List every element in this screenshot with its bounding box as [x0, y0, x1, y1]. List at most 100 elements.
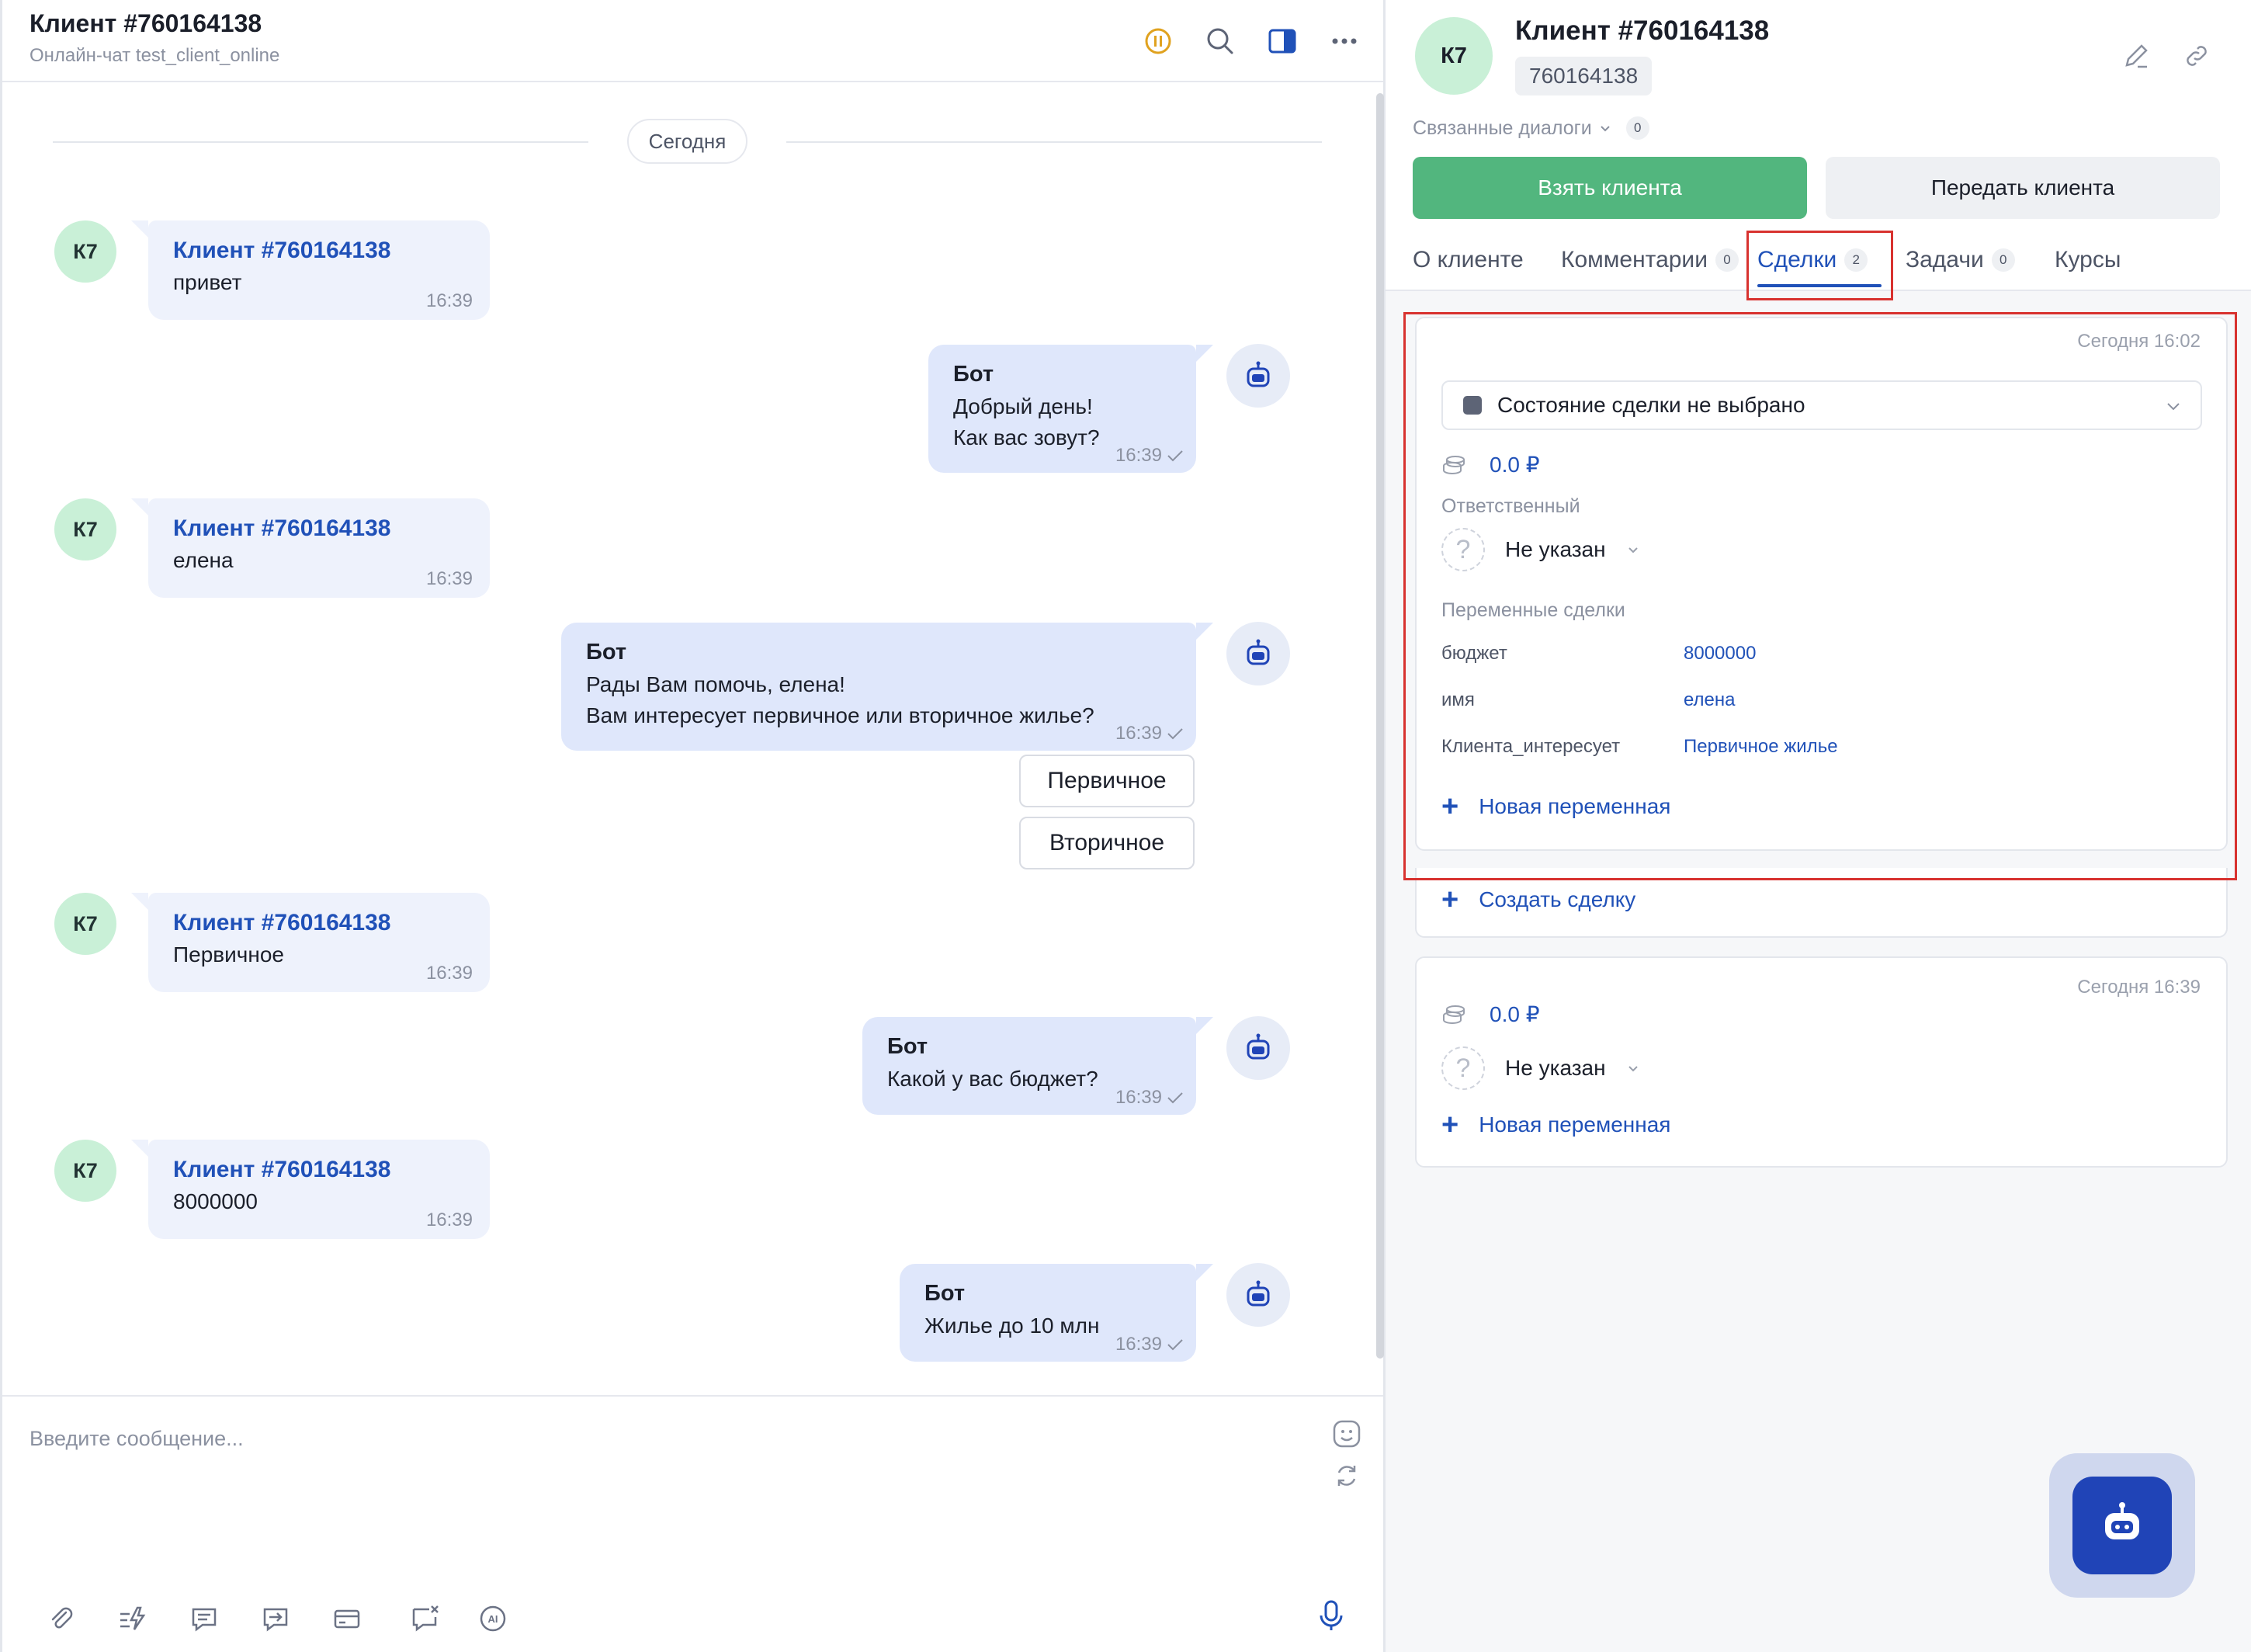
responsible-select[interactable]: ? Не указан: [1441, 1046, 1640, 1090]
payment-card-icon[interactable]: [325, 1597, 369, 1640]
bot-assistant-button[interactable]: [2049, 1453, 2195, 1598]
client-avatar: К7: [54, 1140, 116, 1202]
bot-message: Бот Какой у вас бюджет? 16:39: [862, 1017, 1213, 1115]
app-root: Клиент #760164138 Онлайн-чат test_client…: [0, 0, 2251, 1652]
create-deal-label: Создать сделку: [1479, 887, 1636, 911]
deal-highlight-frame: [1403, 312, 2237, 880]
bot-message: Бот Добрый день! Как вас зовут? 16:39: [928, 345, 1213, 473]
message-text: Вам интересует первичное или вторичное ж…: [586, 703, 1094, 727]
message-sender: Бот: [887, 1034, 928, 1059]
message-sender: Клиент #760164138: [173, 910, 391, 935]
deal-amount-value: 0.0 ₽: [1490, 1002, 1540, 1026]
bot-avatar: [1226, 344, 1290, 408]
message-time: 16:39: [425, 963, 473, 984]
message-time: 16:39: [425, 1210, 473, 1230]
search-icon[interactable]: [1199, 20, 1241, 62]
message-time-text: 16:39: [1115, 1087, 1162, 1108]
create-deal-button[interactable]: + Создать сделку: [1441, 885, 1635, 914]
message-text: Как вас зовут?: [953, 425, 1100, 449]
more-options-icon[interactable]: [1323, 20, 1365, 62]
client-avatar: К7: [54, 220, 116, 283]
robot-icon: [1247, 639, 1270, 665]
message-text: Рады Вам помочь, елена!: [586, 672, 845, 696]
close-dialog-icon[interactable]: [403, 1597, 446, 1640]
message-time: 16:39: [1115, 723, 1184, 744]
bot-message: Бот Жилье до 10 млн 16:39: [900, 1264, 1213, 1362]
message-time: 16:39: [1115, 1334, 1184, 1355]
message-input[interactable]: [29, 1421, 1271, 1456]
toggle-panel-icon[interactable]: [1261, 20, 1303, 62]
date-divider-line: [53, 141, 588, 143]
client-message: Клиент #760164138 8000000 16:39: [131, 1140, 490, 1239]
transfer-client-button[interactable]: Передать клиента: [1826, 157, 2220, 219]
message-sender: Бот: [953, 362, 994, 387]
message-text: Первичное: [173, 942, 284, 967]
deal-card: Сегодня 16:39 0.0 ₽ ? Не указан + Новая …: [1415, 956, 2228, 1168]
microphone-icon[interactable]: [1309, 1594, 1353, 1637]
message-text: Какой у вас бюджет?: [887, 1067, 1098, 1091]
chat-scrollbar[interactable]: [1376, 93, 1384, 1359]
quick-actions-icon[interactable]: [111, 1597, 154, 1640]
date-divider: Сегодня: [627, 119, 747, 164]
message-text: Жилье до 10 млн: [924, 1314, 1100, 1338]
take-client-button[interactable]: Взять клиента: [1413, 157, 1807, 219]
related-dialogs-dropdown[interactable]: Связанные диалоги 0: [1413, 116, 1649, 140]
link-icon[interactable]: [2176, 35, 2218, 77]
message-text: Добрый день!: [953, 394, 1093, 418]
deal-date: Сегодня 16:39: [2077, 977, 2201, 998]
attach-icon[interactable]: [40, 1597, 83, 1640]
message-time-text: 16:39: [1115, 1334, 1162, 1355]
tab-count-badge: 0: [1715, 248, 1739, 272]
tab-comments[interactable]: Комментарии 0: [1561, 233, 1757, 287]
message-time: 16:39: [1115, 445, 1184, 467]
tab-courses[interactable]: Курсы: [2055, 233, 2148, 287]
pause-icon[interactable]: [1137, 20, 1179, 62]
related-dialogs-label: Связанные диалоги: [1413, 116, 1592, 139]
client-message: Клиент #760164138 Первичное 16:39: [131, 893, 490, 992]
read-check-icon: [1167, 1092, 1183, 1104]
read-check-icon: [1167, 728, 1183, 740]
question-icon: ?: [1441, 1046, 1485, 1090]
message-sender: Бот: [586, 640, 627, 665]
bot-message: Бот Рады Вам помочь, елена! Вам интересу…: [561, 623, 1213, 751]
edit-icon[interactable]: [2115, 35, 2157, 77]
coins-icon: [1443, 1005, 1465, 1024]
tab-label: О клиенте: [1413, 247, 1524, 272]
bot-assistant-inner: [2072, 1477, 2172, 1574]
ai-assistant-icon[interactable]: AI: [471, 1597, 515, 1640]
responsible-value: Не указан: [1505, 1056, 1606, 1080]
quick-reply-button[interactable]: Вторичное: [1019, 817, 1195, 869]
deal-amount[interactable]: 0.0 ₽: [1441, 1001, 1540, 1027]
chat-title: Клиент #760164138: [29, 9, 262, 37]
message-time: 16:39: [425, 568, 473, 589]
emoji-icon[interactable]: [1325, 1412, 1368, 1456]
templates-icon[interactable]: [182, 1597, 226, 1640]
message-time: 16:39: [425, 290, 473, 311]
message-sender: Клиент #760164138: [173, 238, 391, 263]
bot-avatar: [1226, 1016, 1290, 1080]
tab-about-client[interactable]: О клиенте: [1413, 233, 1561, 287]
tab-highlight-frame: [1746, 231, 1893, 300]
message-time: 16:39: [1115, 1087, 1184, 1109]
chevron-down-icon: [1600, 126, 1610, 132]
robot-icon: [1247, 1033, 1270, 1060]
message-text: 8000000: [173, 1189, 258, 1213]
transfer-chat-icon[interactable]: [254, 1597, 297, 1640]
message-time-text: 16:39: [1115, 723, 1162, 744]
robot-icon: [1247, 1280, 1270, 1307]
refresh-icon[interactable]: [1325, 1454, 1368, 1498]
message-sender: Клиент #760164138: [173, 1157, 391, 1182]
tab-label: Комментарии: [1561, 247, 1708, 272]
quick-reply-button[interactable]: Первичное: [1019, 755, 1195, 807]
client-id-badge: 760164138: [1515, 57, 1653, 95]
chat-header: Клиент #760164138 Онлайн-чат test_client…: [2, 0, 1383, 82]
read-check-icon: [1167, 450, 1183, 462]
chat-pane: Клиент #760164138 Онлайн-чат test_client…: [0, 0, 1386, 1652]
robot-icon: [1247, 361, 1270, 387]
tab-tasks[interactable]: Задачи 0: [1906, 233, 2055, 287]
related-count-badge: 0: [1625, 116, 1649, 140]
robot-icon: [2105, 1502, 2139, 1539]
chat-subtitle: Онлайн-чат test_client_online: [29, 45, 280, 66]
add-variable-button[interactable]: + Новая переменная: [1441, 1110, 1670, 1140]
date-divider-line: [786, 141, 1322, 143]
